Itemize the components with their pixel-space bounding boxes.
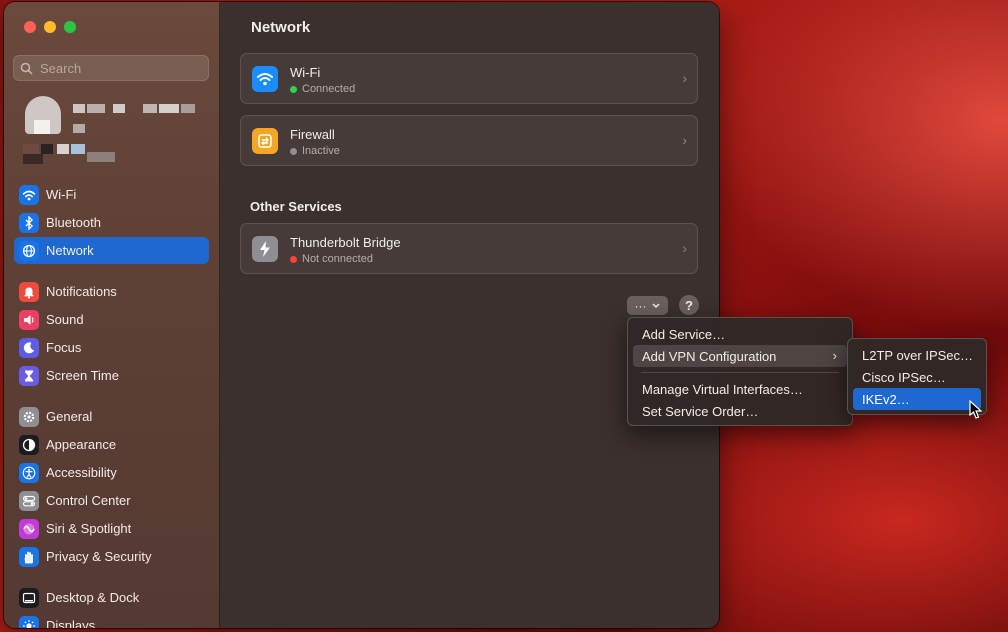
- help-button[interactable]: ?: [679, 295, 699, 315]
- sidebar-item-label: Desktop & Dock: [46, 590, 140, 605]
- sun-icon: [19, 615, 39, 628]
- sidebar-item-label: Network: [46, 243, 94, 258]
- service-row-wifi[interactable]: Wi-Fi Connected ›: [240, 53, 698, 104]
- control-center-icon: [19, 490, 39, 511]
- search-field[interactable]: [13, 55, 209, 81]
- service-name: Thunderbolt Bridge: [290, 235, 401, 250]
- status-dot: [290, 147, 297, 155]
- sidebar-item-general[interactable]: General: [14, 403, 209, 430]
- more-actions-button[interactable]: ···: [627, 296, 668, 315]
- search-icon: [20, 62, 33, 75]
- sidebar-item-notifications[interactable]: Notifications: [14, 278, 209, 305]
- ellipsis-icon: ···: [634, 298, 647, 313]
- sidebar-item-label: Accessibility: [46, 465, 117, 480]
- wifi-icon: [252, 66, 278, 92]
- menu-item-l2tp-over-ipsec[interactable]: L2TP over IPSec…: [853, 344, 981, 366]
- sidebar-item-label: Wi-Fi: [46, 187, 77, 202]
- bell-icon: [19, 281, 39, 302]
- zoom-window-button[interactable]: [64, 21, 76, 33]
- mouse-pointer-icon: [969, 400, 983, 419]
- sidebar-item-bluetooth[interactable]: Bluetooth: [14, 209, 209, 236]
- apple-account-profile[interactable]: [19, 96, 209, 166]
- other-services-heading: Other Services: [250, 199, 342, 214]
- sidebar-item-focus[interactable]: Focus: [14, 334, 209, 361]
- sidebar-item-label: Privacy & Security: [46, 549, 152, 564]
- sidebar-item-control-center[interactable]: Control Center: [14, 487, 209, 514]
- chevron-right-icon: ›: [682, 70, 687, 86]
- sidebar-item-label: Focus: [46, 340, 82, 355]
- accessibility-icon: [19, 462, 39, 483]
- sidebar-item-label: Screen Time: [46, 368, 119, 383]
- sidebar-item-label: General: [46, 409, 93, 424]
- firewall-icon: [252, 128, 278, 154]
- siri-icon: [19, 518, 39, 539]
- menu-item-add-service[interactable]: Add Service…: [633, 323, 847, 345]
- sidebar-item-privacy-security[interactable]: Privacy & Security: [14, 543, 209, 570]
- sidebar: Wi-Fi Bluetooth Network Notifications Sound F…: [4, 2, 220, 628]
- sidebar-item-label: Notifications: [46, 284, 117, 299]
- service-row-thunderbolt-bridge[interactable]: Thunderbolt Bridge Not connected ›: [240, 223, 698, 274]
- system-settings-window: Wi-Fi Bluetooth Network Notifications Sound F…: [4, 2, 719, 628]
- sidebar-item-desktop-dock[interactable]: Desktop & Dock: [14, 584, 209, 611]
- wifi-icon: [19, 184, 39, 205]
- menu-item-set-service-order[interactable]: Set Service Order…: [633, 400, 847, 422]
- sidebar-item-appearance[interactable]: Appearance: [14, 431, 209, 458]
- dock-icon: [19, 587, 39, 608]
- action-menu: Add Service… Add VPN Configuration › Man…: [627, 317, 853, 426]
- moon-icon: [19, 337, 39, 358]
- page-title: Network: [251, 19, 311, 36]
- close-window-button[interactable]: [24, 21, 36, 33]
- sidebar-item-siri-spotlight[interactable]: Siri & Spotlight: [14, 515, 209, 542]
- menu-item-manage-virtual-interfaces[interactable]: Manage Virtual Interfaces…: [633, 378, 847, 400]
- service-status: Inactive: [302, 145, 340, 157]
- vpn-submenu: L2TP over IPSec… Cisco IPSec… IKEv2…: [847, 338, 987, 415]
- sidebar-item-label: Siri & Spotlight: [46, 521, 132, 536]
- menu-item-cisco-ipsec[interactable]: Cisco IPSec…: [853, 366, 981, 388]
- chevron-right-icon: ›: [682, 240, 687, 256]
- service-status: Connected: [302, 83, 356, 95]
- hand-icon: [19, 546, 39, 567]
- service-name: Wi-Fi: [290, 65, 321, 80]
- sidebar-item-accessibility[interactable]: Accessibility: [14, 459, 209, 486]
- sidebar-item-label: Sound: [46, 312, 84, 327]
- sidebar-item-sound[interactable]: Sound: [14, 306, 209, 333]
- menu-item-add-vpn-configuration[interactable]: Add VPN Configuration ›: [633, 345, 847, 367]
- sidebar-item-label: Bluetooth: [46, 215, 101, 230]
- chevron-right-icon: ›: [682, 132, 687, 148]
- menu-separator: [641, 372, 839, 373]
- gear-icon: [19, 406, 39, 427]
- sidebar-item-label: Control Center: [46, 493, 131, 508]
- sidebar-item-displays[interactable]: Displays: [14, 612, 209, 628]
- appearance-icon: [19, 434, 39, 455]
- sidebar-item-label: Appearance: [46, 437, 117, 452]
- hourglass-icon: [19, 365, 39, 386]
- service-status: Not connected: [302, 253, 373, 265]
- sidebar-item-label: Displays: [46, 618, 96, 628]
- thunderbolt-icon: [252, 236, 278, 262]
- content-pane: Network Wi-Fi Connected › Firewall Inact…: [220, 2, 719, 628]
- globe-icon: [19, 240, 39, 261]
- bluetooth-icon: [19, 212, 39, 233]
- status-dot: [290, 255, 297, 263]
- sidebar-item-wi-fi[interactable]: Wi-Fi: [14, 181, 209, 208]
- chevron-down-icon: [651, 302, 660, 308]
- service-name: Firewall: [290, 127, 335, 142]
- window-controls: [24, 21, 76, 33]
- sidebar-item-screen-time[interactable]: Screen Time: [14, 362, 209, 389]
- service-row-firewall[interactable]: Firewall Inactive ›: [240, 115, 698, 166]
- minimize-window-button[interactable]: [44, 21, 56, 33]
- status-dot: [290, 85, 297, 93]
- submenu-arrow-icon: ›: [832, 348, 837, 363]
- speaker-icon: [19, 309, 39, 330]
- search-input[interactable]: [38, 59, 192, 77]
- menu-item-ikev2[interactable]: IKEv2…: [853, 388, 981, 410]
- sidebar-item-network[interactable]: Network: [14, 237, 209, 264]
